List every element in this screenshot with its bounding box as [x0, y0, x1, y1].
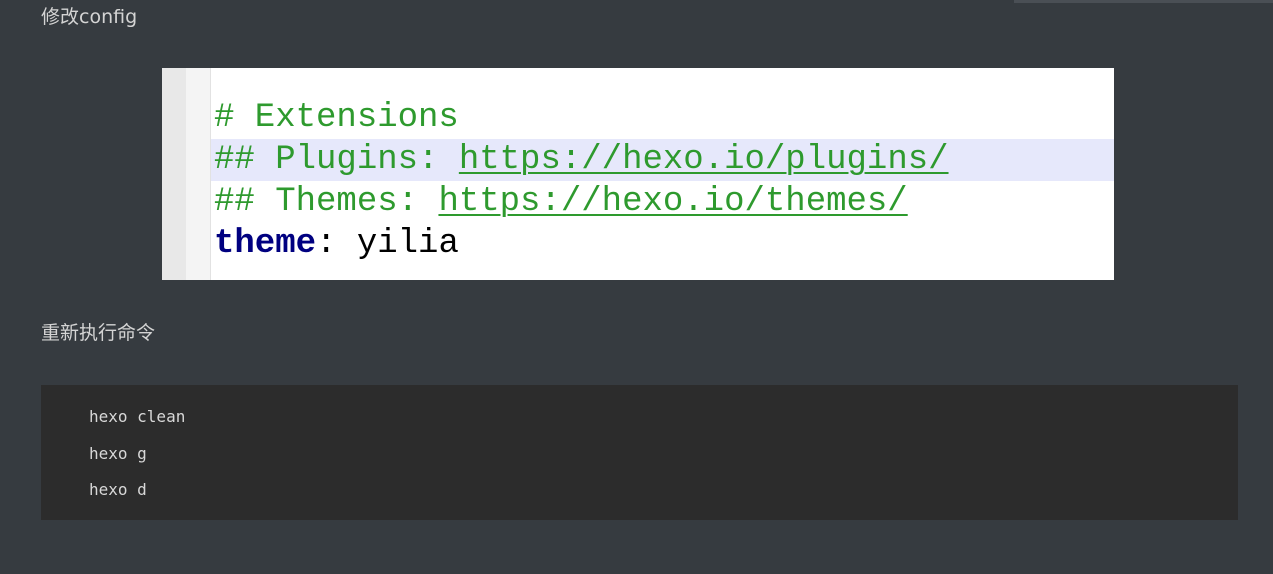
paragraph-rerun-commands: 重新执行命令 [41, 322, 156, 344]
code-line-theme-setting: theme: yilia [214, 223, 459, 265]
code-line-themes: ## Themes: https://hexo.io/themes/ [214, 181, 908, 223]
editor-gutter [162, 68, 211, 280]
command-line: hexo d [89, 480, 147, 499]
code-line-plugins: ## Plugins: https://hexo.io/plugins/ [214, 139, 949, 181]
comment-extensions: # Extensions [214, 99, 459, 137]
themes-url-link[interactable]: https://hexo.io/themes/ [438, 183, 907, 221]
yaml-value-yilia: yilia [336, 225, 459, 263]
command-line: hexo clean [89, 407, 186, 426]
command-line: hexo g [89, 444, 147, 463]
paragraph-modify-config: 修改config [41, 6, 138, 28]
code-line-extensions: # Extensions [214, 97, 459, 139]
yaml-colon: : [316, 225, 337, 263]
plugins-url-link[interactable]: https://hexo.io/plugins/ [459, 141, 949, 179]
gutter-strip [162, 68, 186, 280]
command-code-block[interactable]: hexo clean hexo g hexo d [41, 385, 1238, 520]
config-code-screenshot: # Extensions ## Plugins: https://hexo.io… [162, 68, 1114, 280]
top-edge-bar [1014, 0, 1273, 3]
comment-themes-label: ## Themes: [214, 183, 439, 221]
comment-plugins-label: ## Plugins: [214, 141, 459, 179]
yaml-key-theme: theme [214, 225, 317, 263]
